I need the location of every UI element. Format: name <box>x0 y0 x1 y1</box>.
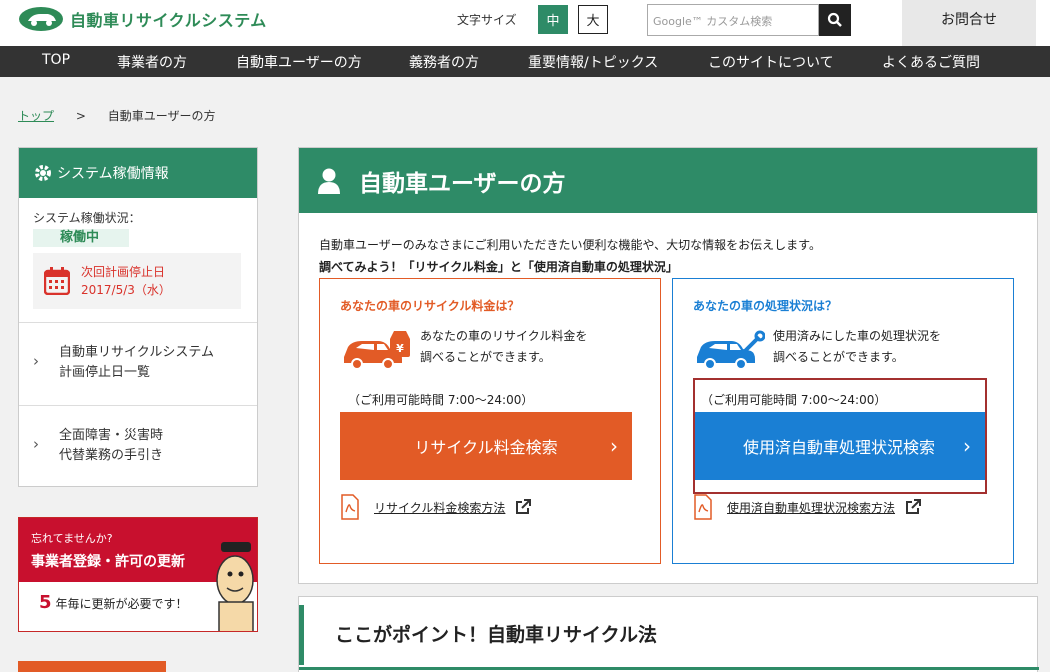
pdf-link-text: 使用済自動車処理状況検索方法 <box>727 500 896 515</box>
sidebar-link-line: 自動車リサイクルシステム <box>59 345 214 360</box>
system-status-header: システム稼働情報 <box>19 148 257 198</box>
card-description: あなたの車のリサイクル料金を 調べることができます。 <box>420 326 587 368</box>
system-status-title: システム稼働情報 <box>57 166 169 182</box>
banner-text: 年毎に更新が必要です！ <box>55 597 188 611</box>
chevron-right-icon: › <box>33 435 39 453</box>
sidebar-link-line: 全面障害・災害時 <box>59 428 164 443</box>
card-description-line: 調べることができます。 <box>773 350 904 364</box>
available-hours: （ご利用可能時間 7:00〜24:00） <box>701 393 887 407</box>
nav-about[interactable]: このサイトについて <box>708 52 834 72</box>
recycle-fee-howto-link[interactable]: リサイクル料金検索方法 <box>340 494 532 520</box>
font-size-label: 文字サイズ <box>457 13 517 27</box>
intro-bold-text: 調べてみよう！「リサイクル料金」と「使用済自動車の処理状況」 <box>319 260 678 274</box>
card-title: あなたの車の処理状況は？ <box>693 299 838 313</box>
breadcrumb: トップ > 自動車ユーザーの方 <box>18 107 216 124</box>
available-hours: （ご利用可能時間 7:00〜24:00） <box>348 393 534 407</box>
next-stop-date: 2017/5/3（水） <box>81 283 171 297</box>
next-stop-box: 次回計画停止日 2017/5/3（水） <box>33 253 241 309</box>
pdf-icon <box>341 494 359 520</box>
search-input[interactable]: Google™ カスタム検索 <box>647 4 819 36</box>
lower-banner-orange <box>18 661 166 672</box>
point-title: ここがポイント！自動車リサイクル法 <box>335 624 658 646</box>
font-size-medium-button[interactable]: 中 <box>538 5 568 34</box>
nav-top[interactable]: TOP <box>42 52 70 68</box>
recycle-car-logo-icon <box>19 7 63 31</box>
card-description-line: 調べることができます。 <box>420 350 551 364</box>
next-stop-label: 次回計画停止日 <box>81 265 166 279</box>
breadcrumb-current: 自動車ユーザーの方 <box>107 109 216 123</box>
nav-obligor[interactable]: 義務者の方 <box>409 52 479 72</box>
renewal-banner[interactable]: 忘れてませんか? 事業者登録・許可の更新 5 年毎に更新が必要です！ <box>18 517 258 632</box>
point-accent-bar <box>299 605 304 665</box>
button-label: 使用済自動車処理状況検索 <box>742 438 935 457</box>
card-description: 使用済みにした車の処理状況を 調べることができます。 <box>773 326 941 368</box>
sidebar-link-line: 代替業務の手引き <box>59 448 164 463</box>
car-wrench-icon <box>697 330 765 370</box>
main-nav: TOP 事業者の方 自動車ユーザーの方 義務者の方 重要情報/トピックス このサ… <box>0 46 1050 77</box>
contact-button[interactable]: お問合せ <box>902 0 1036 46</box>
main-header: 自動車ユーザーの方 <box>299 148 1037 213</box>
point-divider <box>299 667 1039 670</box>
page-title: 自動車ユーザーの方 <box>359 170 566 197</box>
logo-text: 自動車リサイクルシステム <box>70 11 267 30</box>
processing-status-howto-link[interactable]: 使用済自動車処理状況検索方法 <box>693 494 922 520</box>
breadcrumb-separator: > <box>75 109 86 123</box>
mascot-illustration <box>216 542 254 631</box>
external-link-icon <box>906 499 922 514</box>
processing-status-search-button[interactable]: 使用済自動車処理状況検索 › <box>693 412 985 480</box>
main-panel: 自動車ユーザーの方 自動車ユーザーのみなさまにご利用いただきたい便利な機能や、大… <box>298 147 1038 584</box>
car-yen-icon: ¥ <box>344 331 410 370</box>
pdf-icon <box>694 494 712 520</box>
breadcrumb-home[interactable]: トップ <box>18 109 54 123</box>
sidebar-link-disaster-guide[interactable]: › 全面障害・災害時 代替業務の手引き <box>19 405 257 487</box>
header: 自動車リサイクルシステム 文字サイズ 中 大 Google™ カスタム検索 お問… <box>0 0 1050 46</box>
intro-text: 自動車ユーザーのみなさまにご利用いただきたい便利な機能や、大切な情報をお伝えしま… <box>319 238 821 252</box>
gear-icon <box>35 165 51 181</box>
svg-text:¥: ¥ <box>396 342 404 355</box>
status-label: システム稼働状況： <box>33 211 141 225</box>
status-badge: 稼働中 <box>33 229 129 247</box>
sidebar-link-line: 計画停止日一覧 <box>59 365 151 380</box>
card-title: あなたの車のリサイクル料金は？ <box>340 299 520 313</box>
lower-banner[interactable] <box>18 661 258 672</box>
nav-business[interactable]: 事業者の方 <box>117 52 187 72</box>
banner-number: 5 <box>39 592 52 613</box>
nav-car-user[interactable]: 自動車ユーザーの方 <box>236 52 362 72</box>
processing-status-card: あなたの車の処理状況は？ 使用済みにした車の処理状況を 調べることができます。 … <box>672 278 1014 564</box>
pdf-link-text: リサイクル料金検索方法 <box>374 500 506 515</box>
site-logo[interactable]: 自動車リサイクルシステム <box>18 6 267 32</box>
sidebar-link-stop-list[interactable]: › 自動車リサイクルシステム 計画停止日一覧 <box>19 322 257 405</box>
point-section: ここがポイント！自動車リサイクル法 <box>298 596 1039 672</box>
chevron-right-icon: › <box>33 352 39 370</box>
nav-faq[interactable]: よくあるご質問 <box>882 52 980 72</box>
user-icon <box>318 168 340 194</box>
recycle-fee-card: あなたの車のリサイクル料金は？ ¥ あなたの車のリサイクル料金を 調べることがで… <box>319 278 661 564</box>
external-link-icon <box>516 499 532 514</box>
calendar-icon <box>44 267 70 295</box>
recycle-fee-search-button[interactable]: リサイクル料金検索 › <box>340 412 632 480</box>
chevron-right-icon: › <box>610 434 618 458</box>
chevron-right-icon: › <box>963 434 971 458</box>
search-icon <box>827 12 842 27</box>
system-status-panel: システム稼働情報 システム稼働状況： 稼働中 次回計画停止日 2017/5/3（… <box>18 147 258 487</box>
card-description-line: あなたの車のリサイクル料金を <box>420 329 588 343</box>
card-description-line: 使用済みにした車の処理状況を <box>773 329 942 343</box>
button-label: リサイクル料金検索 <box>414 438 558 457</box>
font-size-large-button[interactable]: 大 <box>578 5 608 34</box>
nav-topics[interactable]: 重要情報/トピックス <box>528 52 658 72</box>
search-button[interactable] <box>819 4 851 36</box>
